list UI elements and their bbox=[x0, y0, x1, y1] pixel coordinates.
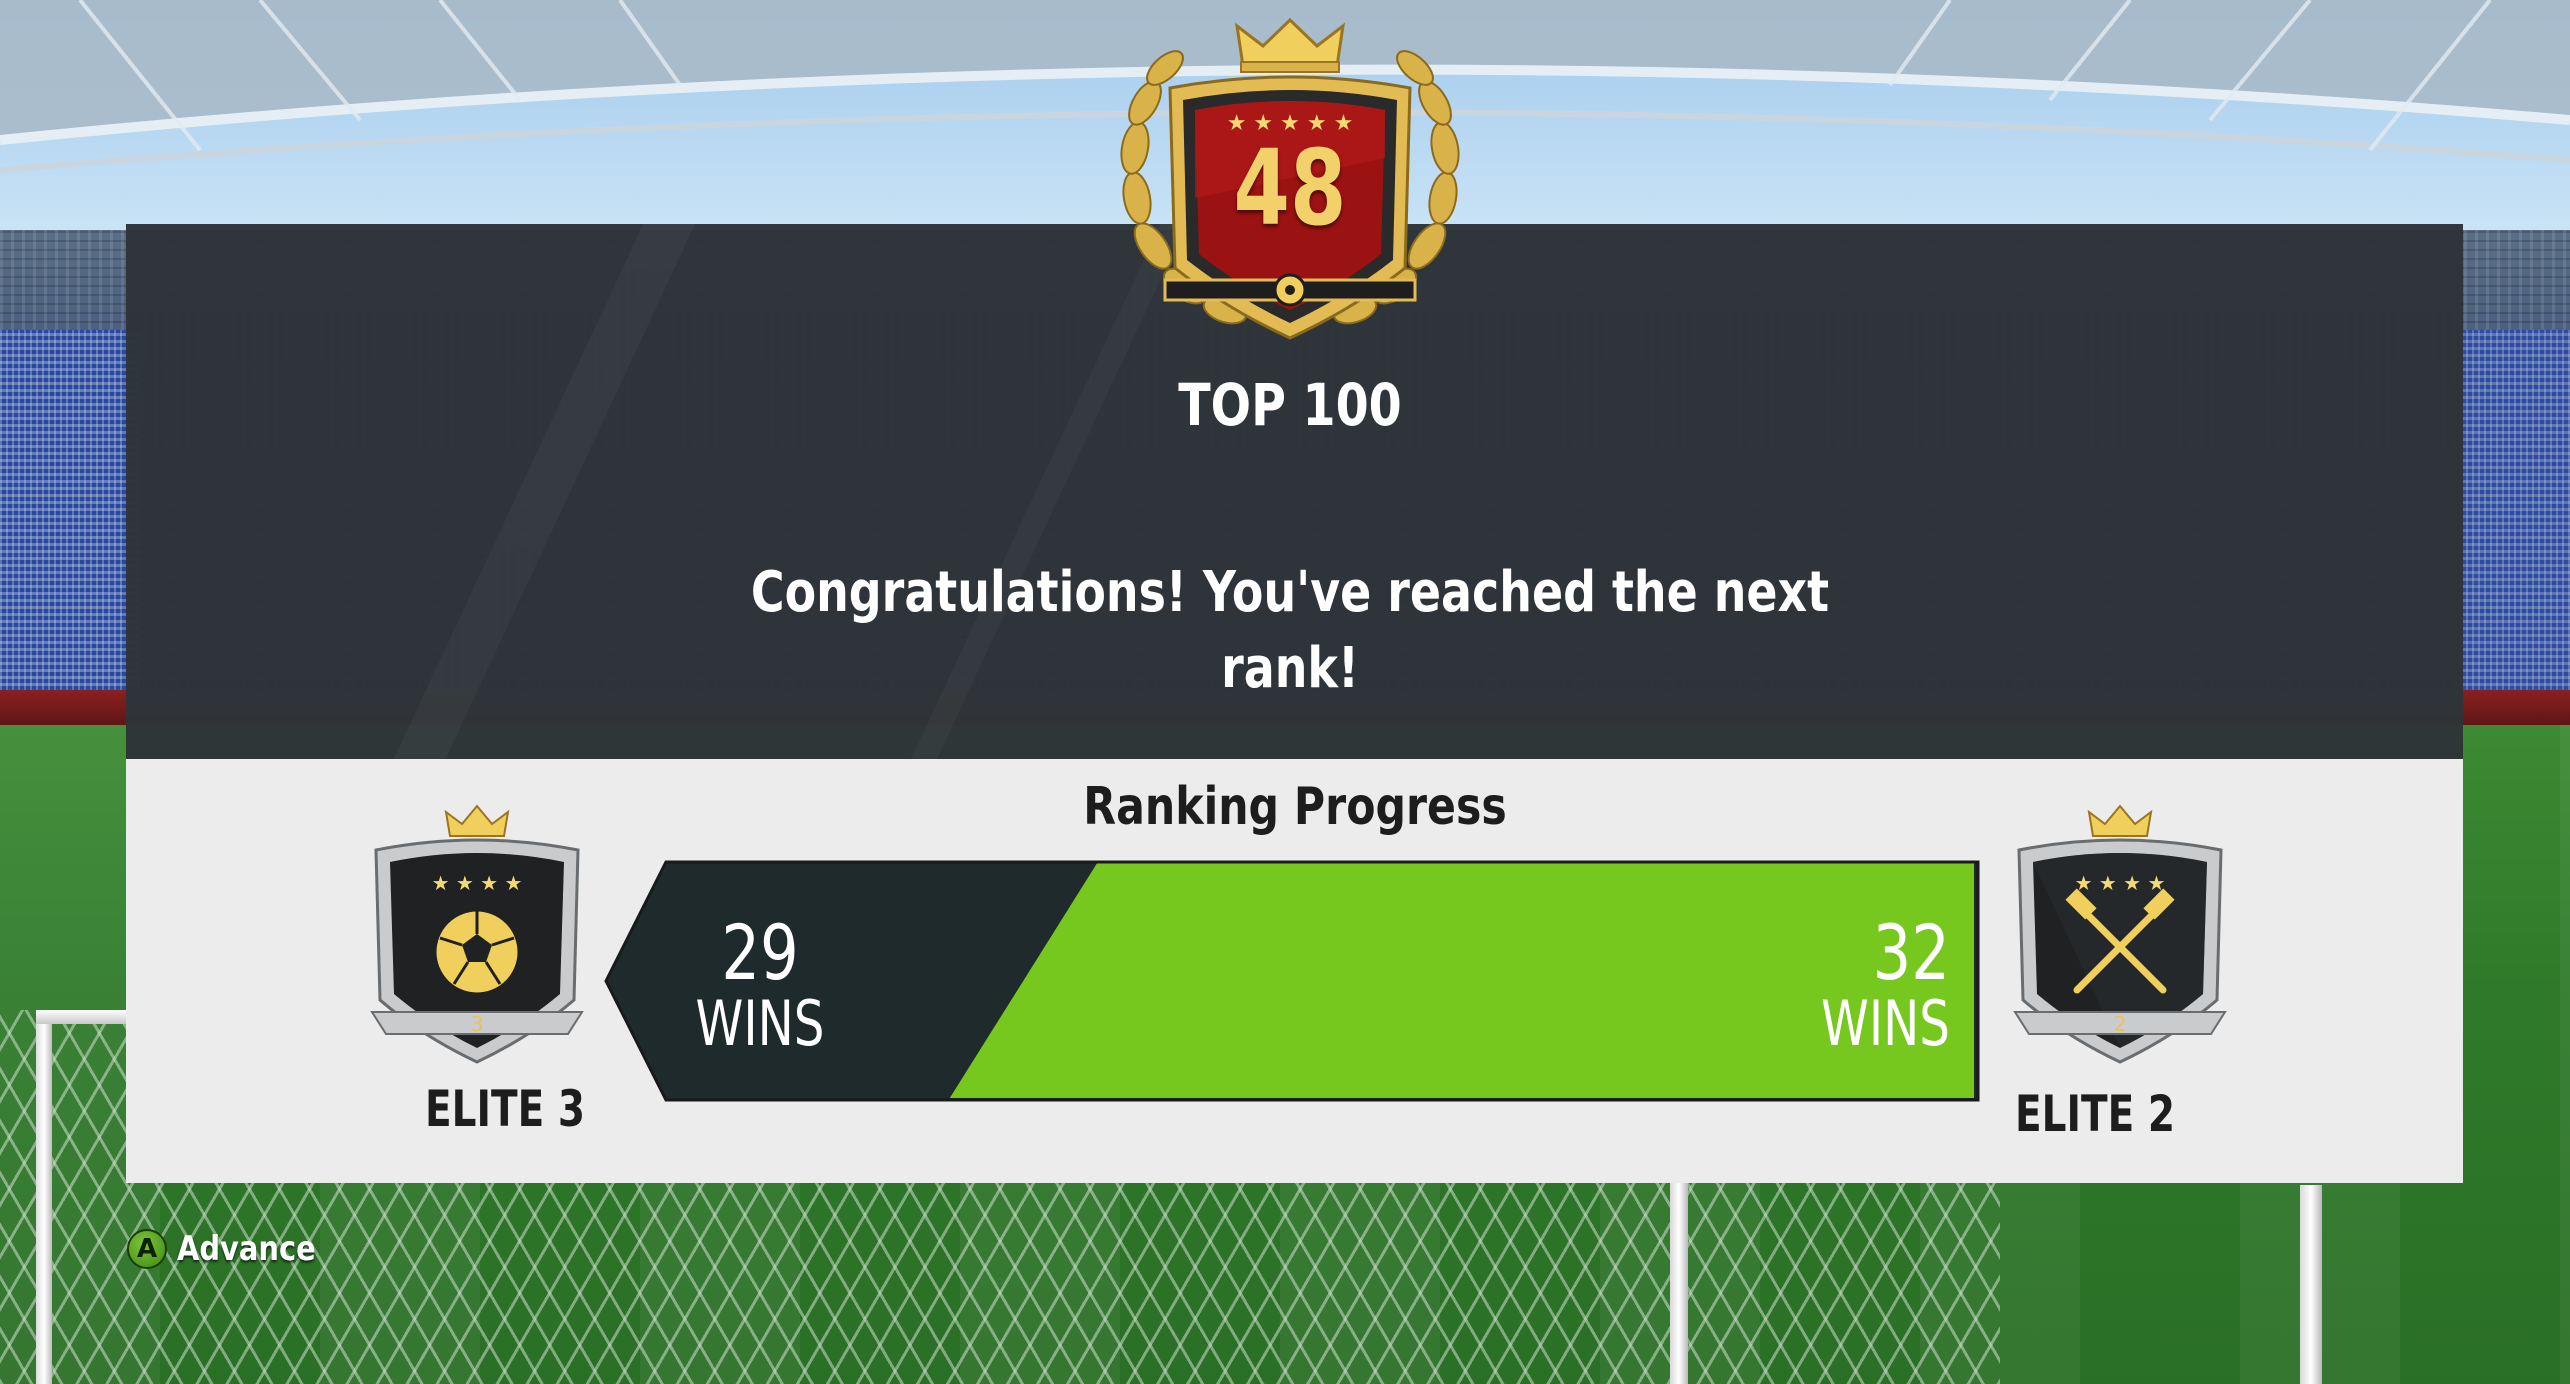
goal-post bbox=[36, 1010, 52, 1384]
current-rank-label: ELITE 3 bbox=[425, 1080, 585, 1138]
target-wins-count: 32 bbox=[1872, 908, 1950, 997]
crowd-right bbox=[2460, 330, 2570, 690]
svg-text:★ ★ ★ ★: ★ ★ ★ ★ bbox=[432, 871, 523, 895]
crown-icon bbox=[2087, 804, 2153, 837]
advance-button[interactable]: A Advance bbox=[127, 1228, 340, 1270]
football-icon bbox=[433, 908, 521, 996]
current-wins-label: WINS bbox=[695, 987, 825, 1060]
elite-2-level: 2 bbox=[2114, 1012, 2127, 1036]
current-wins-count: 29 bbox=[721, 908, 799, 997]
target-wins-label: WINS bbox=[1821, 987, 1950, 1060]
target-wins: 32 WINS bbox=[1750, 908, 1950, 1060]
ranking-progress-title: Ranking Progress bbox=[1083, 777, 1507, 837]
current-wins: 29 WINS bbox=[660, 908, 860, 1060]
crown-icon bbox=[444, 804, 510, 837]
next-rank-label: ELITE 2 bbox=[2015, 1085, 2175, 1143]
crown-icon bbox=[1234, 18, 1346, 73]
goal-post bbox=[1670, 1180, 1688, 1384]
elite-3-level: 3 bbox=[471, 1012, 484, 1036]
svg-text:★ ★ ★ ★: ★ ★ ★ ★ bbox=[2075, 871, 2166, 895]
a-button-icon: A bbox=[127, 1229, 167, 1269]
elite-3-badge: ★ ★ ★ ★ 3 bbox=[370, 804, 584, 1064]
rank-number: 48 bbox=[1233, 127, 1347, 249]
rank-title: TOP 100 bbox=[1178, 371, 1402, 439]
elite-2-badge: ★ ★ ★ ★ 2 bbox=[2013, 804, 2227, 1064]
congratulations-message: Congratulations! You've reached the next… bbox=[750, 560, 1830, 701]
crowd-left bbox=[0, 330, 140, 690]
goal-post bbox=[2300, 1185, 2322, 1384]
advance-label: Advance bbox=[177, 1229, 316, 1269]
